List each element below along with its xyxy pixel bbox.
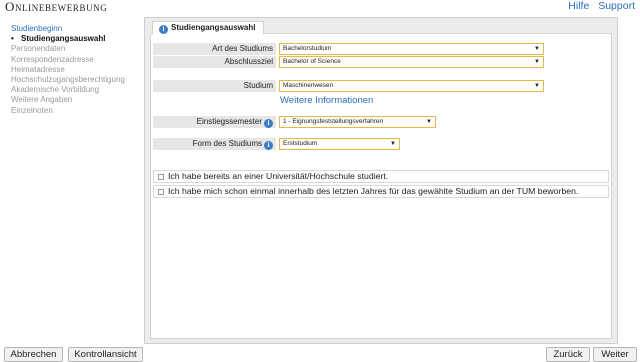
- sidebar-item-personendaten[interactable]: Personendaten: [11, 44, 125, 54]
- studiert-checkbox-label: Ich habe bereits an einer Universität/Ho…: [168, 171, 389, 181]
- studium-select[interactable]: Maschinenwesen ▼: [279, 80, 544, 92]
- form-des-studiums-row: Form des Studiums i Erststudium ▼: [153, 138, 553, 150]
- tab-label: Studiengangsauswahl: [171, 23, 256, 32]
- sidebar-item-studiengangsauswahl[interactable]: • Studiengangsauswahl: [11, 34, 125, 44]
- checkbox-icon[interactable]: [158, 189, 164, 195]
- support-link[interactable]: Support: [598, 0, 635, 12]
- info-icon[interactable]: i: [264, 119, 273, 128]
- sidebar-item-korrespondenzadresse[interactable]: Korrespondenzadresse: [11, 55, 125, 65]
- top-links: Hilfe Support: [562, 0, 635, 12]
- form-des-studiums-label: Form des Studiums i: [153, 138, 276, 150]
- info-icon[interactable]: i: [264, 141, 273, 150]
- sidebar-item-label: Akademische Vorbildung: [11, 85, 100, 95]
- sidebar-item-label: Einzelnoten: [11, 105, 53, 115]
- sidebar-item-label: Hochschulzugangsberechtigung: [11, 75, 125, 85]
- abschlussziel-select[interactable]: Bachelor of Science ▼: [279, 56, 544, 68]
- tab-studiengangsauswahl[interactable]: i Studiengangsauswahl: [152, 21, 265, 34]
- help-link[interactable]: Hilfe: [568, 0, 589, 12]
- art-des-studiums-select[interactable]: Bachelorstudium ▼: [279, 43, 544, 55]
- bullet-icon: •: [11, 34, 14, 44]
- sidebar-item-hochschulzugangsberechtigung[interactable]: Hochschulzugangsberechtigung: [11, 75, 125, 85]
- info-icon: i: [159, 25, 168, 34]
- chevron-down-icon: ▼: [534, 83, 540, 89]
- chevron-down-icon: ▼: [534, 46, 540, 52]
- chevron-down-icon: ▼: [426, 119, 432, 125]
- abschlussziel-label: Abschlussziel: [153, 56, 276, 68]
- sidebar-item-einzelnoten[interactable]: Einzelnoten: [11, 106, 125, 116]
- sidebar-item-label: Personendaten: [11, 44, 66, 54]
- sidebar-item-weitere-angaben[interactable]: Weitere Angaben: [11, 95, 125, 105]
- chevron-down-icon: ▼: [534, 59, 540, 65]
- einstiegssemester-select[interactable]: 1 - Eignungsfeststellungsverfahren ▼: [279, 116, 436, 128]
- sidebar-item-label: Weitere Angaben: [11, 95, 73, 105]
- studium-row: Studium Maschinenwesen ▼: [153, 80, 553, 92]
- weitere-informationen-link[interactable]: Weitere Informationen: [280, 95, 373, 106]
- studium-label: Studium: [153, 80, 276, 92]
- sidebar-item-heimatadresse[interactable]: Heimatadresse: [11, 65, 125, 75]
- form-des-studiums-select[interactable]: Erststudium ▼: [279, 138, 400, 150]
- beworben-checkbox-row[interactable]: Ich habe mich schon einmal innerhalb des…: [153, 185, 609, 198]
- app-title: Onlinebewerbung: [5, 0, 108, 14]
- chevron-down-icon: ▼: [390, 141, 396, 147]
- sidebar-item-akademische-vorbildung[interactable]: Akademische Vorbildung: [11, 85, 125, 95]
- art-des-studiums-row: Art des Studiums Bachelorstudium ▼: [153, 43, 553, 55]
- sidebar-nav: Studienbeginn • Studiengangsauswahl Perso…: [11, 24, 125, 116]
- einstiegssemester-row: Einstiegssemester i 1 - Eignungsfeststell…: [153, 116, 553, 128]
- checkbox-icon[interactable]: [158, 174, 164, 180]
- beworben-checkbox-label: Ich habe mich schon einmal innerhalb des…: [168, 186, 579, 196]
- sidebar-item-label: Heimatadresse: [11, 64, 65, 74]
- studiert-checkbox-row[interactable]: Ich habe bereits an einer Universität/Ho…: [153, 170, 609, 183]
- sidebar-item-label: Korrespondenzadresse: [11, 54, 94, 64]
- abschlussziel-row: Abschlussziel Bachelor of Science ▼: [153, 56, 553, 68]
- art-des-studiums-label: Art des Studiums: [153, 43, 276, 55]
- sidebar-item-label: Studiengangsauswahl: [21, 34, 106, 44]
- sidebar-item-label: Studienbeginn: [11, 24, 63, 33]
- einstiegssemester-label: Einstiegssemester i: [153, 116, 276, 128]
- sidebar-item-studienbeginn[interactable]: Studienbeginn: [11, 24, 125, 34]
